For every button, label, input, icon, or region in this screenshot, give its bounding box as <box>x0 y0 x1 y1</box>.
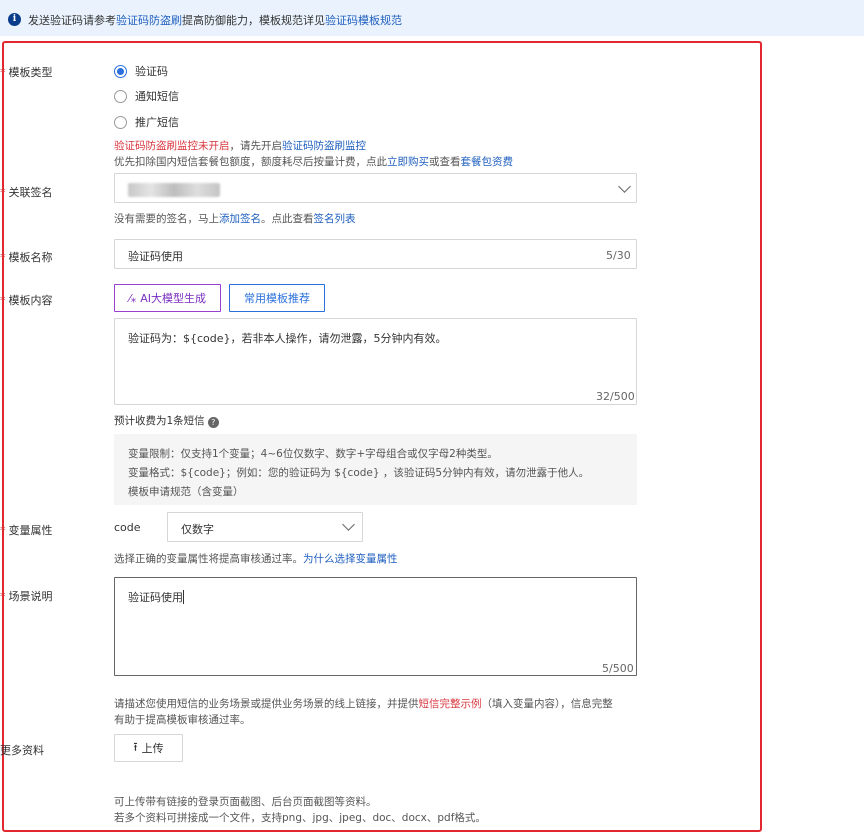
sms-example-link[interactable]: 短信完整示例 <box>419 698 482 710</box>
question-icon[interactable]: ? <box>207 417 219 428</box>
template-rules-link[interactable]: 模板申请规范（含变量） <box>128 484 244 499</box>
scene-label: * 场景说明 <box>0 590 53 603</box>
info-icon: i <box>8 13 21 26</box>
upload-icon: ⭱ <box>133 739 138 754</box>
package-pricing-link[interactable]: 套餐包资费 <box>461 156 514 168</box>
template-spec-link[interactable]: 验证码模板规范 <box>325 14 402 27</box>
template-name-value: 验证码使用 <box>128 250 183 263</box>
scene-help-line2: 有助于提高模板审核通过率。 <box>114 714 251 726</box>
radio-notification[interactable]: 通知短信 <box>114 89 179 103</box>
enable-monitor-link[interactable]: 验证码防盗刷监控 <box>282 140 366 152</box>
variable-limit-rule: 变量限制：仅支持1个变量；4~6位仅数字、数字+字母组合或仅字母2种类型。 <box>128 448 498 460</box>
add-signature-link[interactable]: 添加签名 <box>219 213 261 225</box>
template-name-counter: 5/30 <box>606 249 631 262</box>
anti-fraud-link[interactable]: 验证码防盗刷 <box>116 14 182 27</box>
variable-attr-label: * 变量属性 <box>0 524 53 537</box>
variable-format-rule: 变量格式：${code}；例如：您的验证码为 ${code} ，该验证码5分钟内… <box>128 467 590 479</box>
signature-value-redacted <box>128 183 220 197</box>
cost-estimate: 预计收费为1条短信? <box>114 413 219 428</box>
scene-value: 验证码使用 <box>128 590 184 604</box>
radio-verification-code[interactable]: 验证码 <box>114 64 168 78</box>
buy-now-link[interactable]: 立即购买 <box>387 156 429 168</box>
scene-help: 请描述您使用短信的业务场景或提供业务场景的线上链接，并提供短信完整示例（填入变量… <box>114 698 613 710</box>
variable-help: 选择正确的变量属性将提高审核通过率。为什么选择变量属性 <box>114 553 398 565</box>
upload-button[interactable]: ⭱ 上传 <box>114 734 183 762</box>
radio-unchecked-icon[interactable] <box>114 115 127 129</box>
common-template-button[interactable]: 常用模板推荐 <box>229 284 325 312</box>
more-materials-label: 更多资料 <box>0 744 44 757</box>
template-content-value: 验证码为：${code}，若非本人操作，请勿泄露，5分钟内有效。 <box>128 332 447 345</box>
why-variable-link[interactable]: 为什么选择变量属性 <box>303 553 398 565</box>
upload-help-line2: 若多个资料可拼接成一个文件，支持png、jpg、jpeg、doc、docx、pd… <box>114 812 486 824</box>
signature-label: * 关联签名 <box>0 186 53 199</box>
radio-unchecked-icon[interactable] <box>114 89 127 103</box>
banner-text: 发送验证码请参考验证码防盗刷提高防御能力，模板规范详见验证码模板规范 <box>28 14 402 27</box>
variable-name: code <box>114 521 141 534</box>
signature-help: 没有需要的签名，马上添加签名。点此查看签名列表 <box>114 213 356 225</box>
ai-generate-button[interactable]: ⁄⁎ AI大模型生成 <box>114 284 221 312</box>
billing-note: 优先扣除国内短信套餐包额度，额度耗尽后按量计费，点此立即购买或查看套餐包资费 <box>114 156 514 168</box>
template-content-counter: 32/500 <box>596 390 635 403</box>
template-name-label: * 模板名称 <box>0 251 53 264</box>
scene-counter: 5/500 <box>602 662 634 675</box>
template-name-input[interactable] <box>114 239 637 269</box>
text-caret <box>183 590 184 604</box>
upload-help-line1: 可上传带有链接的登录页面截图、后台页面截图等资料。 <box>114 796 377 808</box>
radio-promotion[interactable]: 推广短信 <box>114 115 179 129</box>
radio-checked-icon[interactable] <box>114 64 127 78</box>
magic-wand-icon: ⁄⁎ <box>128 291 137 305</box>
anti-fraud-warning: 验证码防盗刷监控未开启，请先开启验证码防盗刷监控 <box>114 140 366 152</box>
variable-type-value: 仅数字 <box>181 523 214 536</box>
template-content-label: * 模板内容 <box>0 294 53 307</box>
template-type-label: * 模板类型 <box>0 66 53 79</box>
signature-list-link[interactable]: 签名列表 <box>314 213 356 225</box>
scene-textarea[interactable] <box>114 577 637 676</box>
